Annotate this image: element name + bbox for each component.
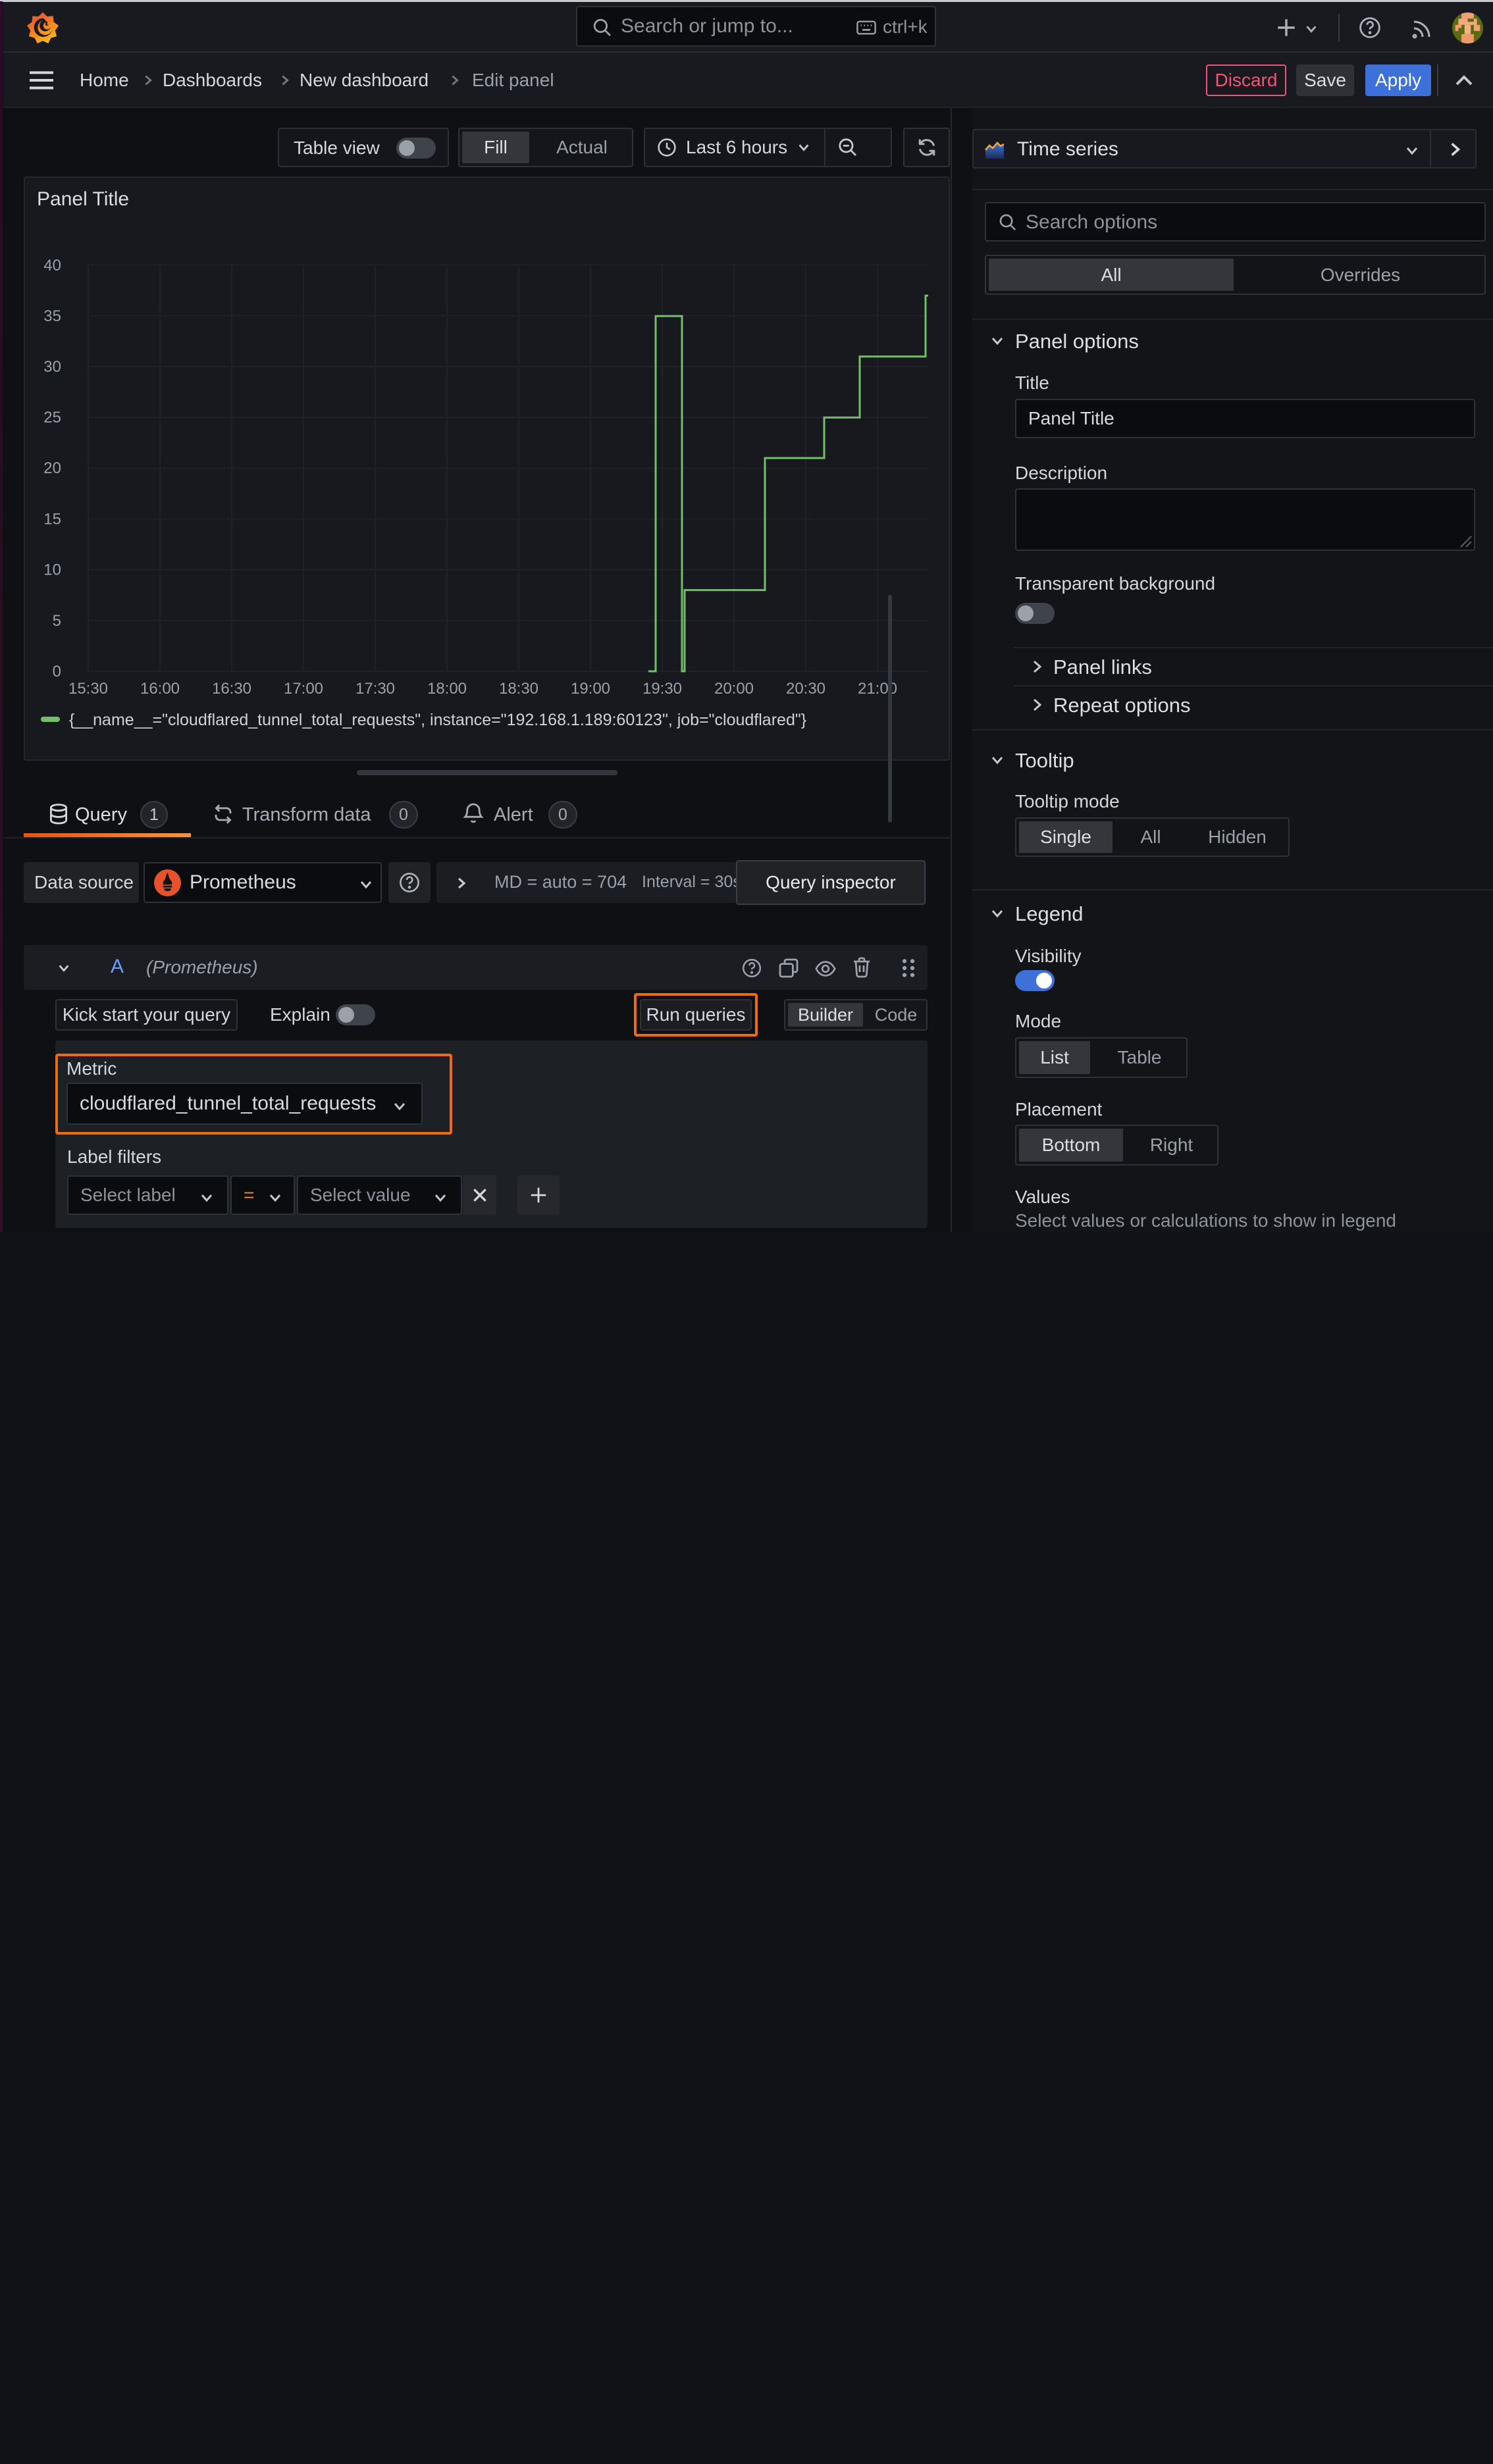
svg-text:{__name__="cloudflared_tunnel_: {__name__="cloudflared_tunnel_total_requ… xyxy=(69,711,806,729)
svg-text:20:30: 20:30 xyxy=(786,680,825,698)
svg-text:20:00: 20:00 xyxy=(714,680,754,698)
svg-text:17:30: 17:30 xyxy=(355,680,395,698)
svg-text:16:00: 16:00 xyxy=(140,680,180,698)
svg-text:18:00: 18:00 xyxy=(427,680,467,698)
svg-text:17:00: 17:00 xyxy=(284,680,323,698)
svg-text:0: 0 xyxy=(53,663,61,680)
svg-text:35: 35 xyxy=(43,307,61,325)
svg-text:25: 25 xyxy=(43,409,61,426)
svg-text:15: 15 xyxy=(43,510,61,528)
svg-text:30: 30 xyxy=(43,358,61,376)
svg-text:5: 5 xyxy=(53,612,61,630)
svg-text:18:30: 18:30 xyxy=(499,680,538,698)
svg-text:19:00: 19:00 xyxy=(571,680,610,698)
svg-text:15:30: 15:30 xyxy=(68,680,108,698)
svg-text:10: 10 xyxy=(43,561,61,579)
svg-text:16:30: 16:30 xyxy=(212,680,251,698)
svg-text:40: 40 xyxy=(43,257,61,274)
svg-text:19:30: 19:30 xyxy=(642,680,682,698)
svg-text:20: 20 xyxy=(43,459,61,477)
